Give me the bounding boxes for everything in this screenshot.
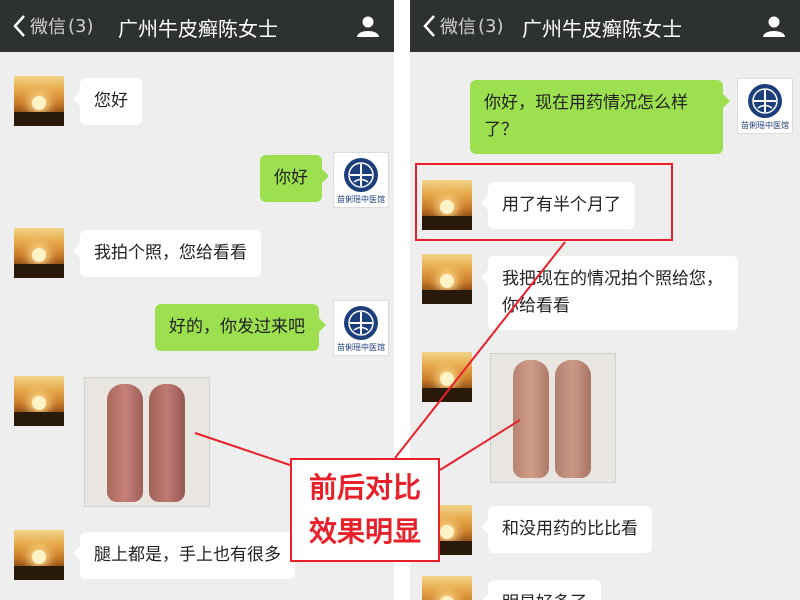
comparison-annotation: 前后对比 效果明显 xyxy=(290,458,440,562)
highlight-box xyxy=(415,163,673,241)
annotation-line-2: 效果明显 xyxy=(308,515,421,548)
annotation-line-1: 前后对比 xyxy=(308,471,421,504)
